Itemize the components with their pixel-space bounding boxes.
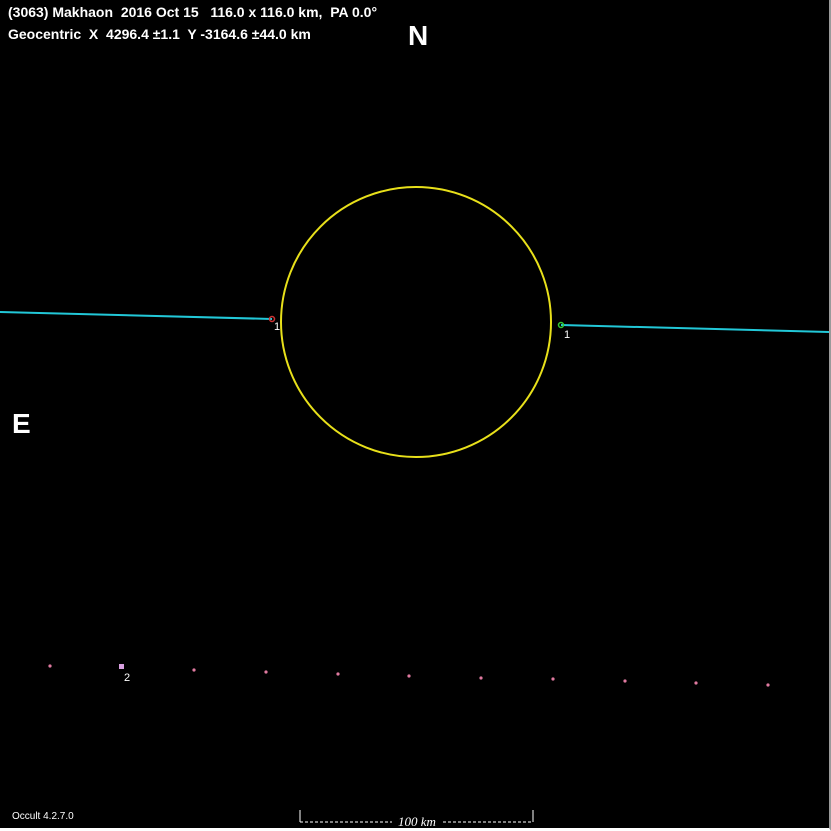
miss-chord-point: [264, 670, 268, 674]
miss-chord-point: [623, 679, 627, 683]
chord-1-left-label: 1: [274, 321, 280, 333]
occultation-plot-frame: 1 1 2 100 km (3063) Makhaon 2016 Oct 15 …: [0, 0, 831, 831]
chord-1-right-label: 1: [564, 329, 570, 341]
miss-chord-point: [407, 674, 411, 678]
scale-bar-label: 100 km: [398, 814, 436, 828]
miss-chord-point: [551, 677, 555, 681]
event-title: (3063) Makhaon 2016 Oct 15 116.0 x 116.0…: [8, 4, 378, 20]
occultation-plot: 1 1 2 100 km: [0, 186, 829, 828]
geocentric-coordinates: Geocentric X 4296.4 ±1.1 Y -3164.6 ±44.0…: [8, 26, 311, 42]
scale-bar: 100 km: [299, 810, 534, 828]
miss-chord-point: [479, 676, 483, 680]
chord-1-post-event-line: [560, 324, 829, 333]
miss-chord-point: [766, 683, 770, 687]
software-version-label: Occult 4.2.7.0: [12, 811, 74, 822]
miss-chord-point: [336, 672, 340, 676]
miss-chord-point: [192, 668, 196, 672]
asteroid-profile-ellipse: [280, 186, 552, 458]
miss-chord-2-points: [48, 664, 770, 687]
miss-chord-2-label: 2: [124, 672, 130, 684]
east-direction-label: E: [12, 408, 31, 439]
north-direction-label: N: [408, 20, 429, 51]
miss-chord-2-observer-marker: [119, 664, 124, 669]
miss-chord-point: [48, 664, 52, 668]
miss-chord-point: [694, 681, 698, 685]
chord-1-pre-event-line: [0, 311, 273, 320]
